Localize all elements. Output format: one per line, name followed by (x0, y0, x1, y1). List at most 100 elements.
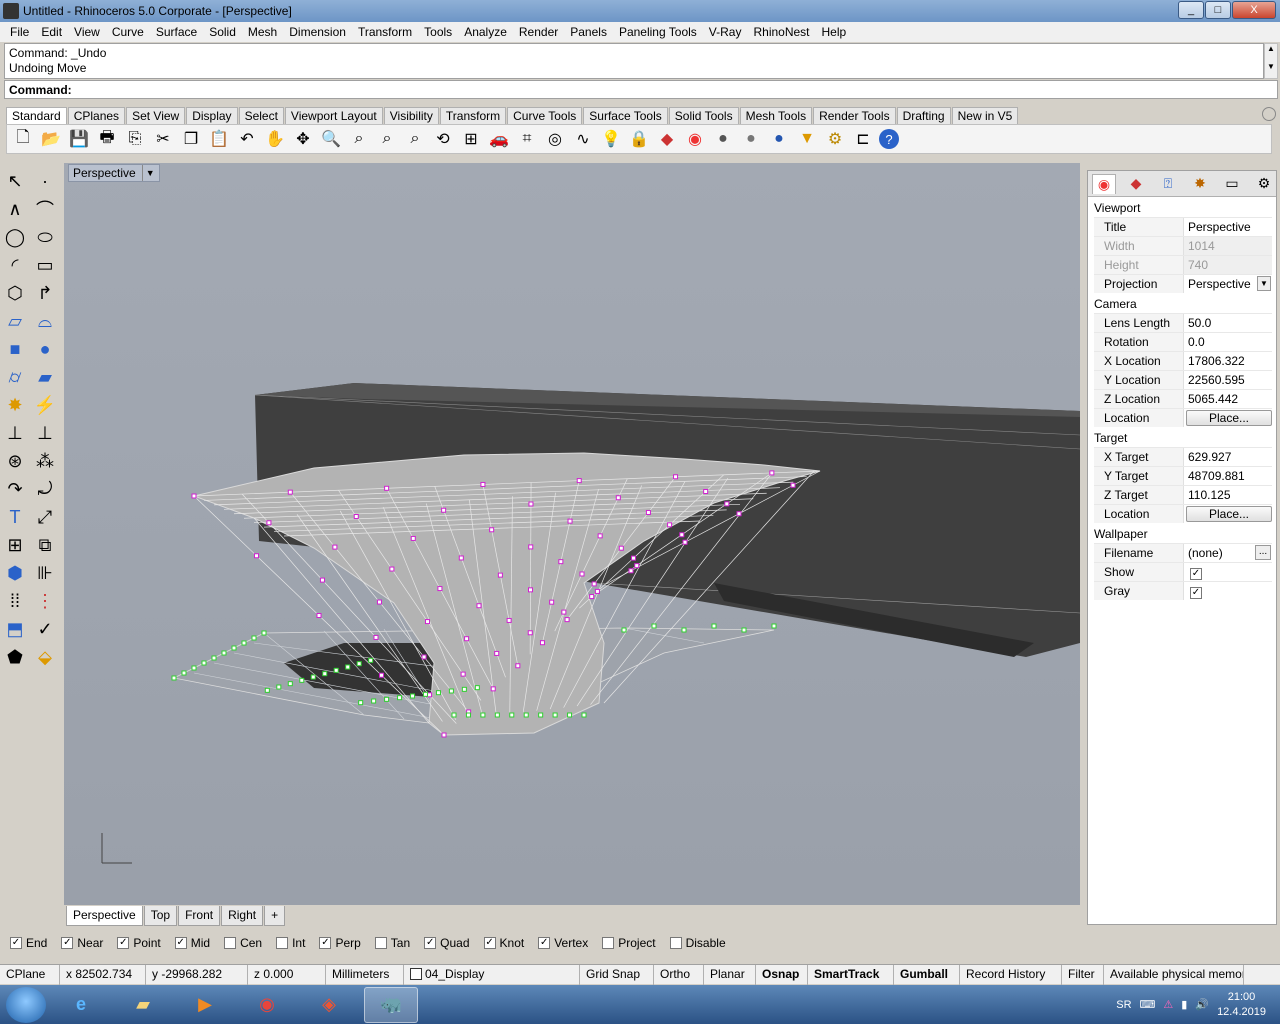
y-location-field[interactable]: 22560.595 (1184, 371, 1272, 389)
model-canvas[interactable] (64, 163, 1080, 905)
lock-icon[interactable]: 🔒 (627, 127, 651, 151)
osnap-checkbox[interactable]: ✓ (319, 937, 332, 949)
polyline-icon[interactable]: ∧ (2, 196, 28, 222)
show-checkbox[interactable]: ✓ (1190, 568, 1202, 580)
control-point[interactable] (254, 553, 259, 559)
lightning-icon[interactable]: ⚡ (32, 392, 58, 418)
menu-view[interactable]: View (68, 25, 106, 39)
control-point[interactable] (384, 696, 390, 702)
spotlight-icon[interactable]: ▼ (795, 127, 819, 151)
render-tab-icon[interactable]: ✸ (1188, 174, 1212, 194)
control-point[interactable] (465, 712, 471, 718)
control-point[interactable] (480, 481, 486, 487)
projection-select[interactable]: Perspective ▼ (1184, 275, 1272, 293)
control-point[interactable] (287, 681, 293, 687)
curve-points-icon[interactable]: ⌒ (32, 196, 58, 222)
control-point[interactable] (480, 712, 486, 718)
ellipse-tool-icon[interactable]: ⬭ (32, 224, 58, 250)
new-icon[interactable]: 🗋 (11, 127, 35, 151)
control-point[interactable] (474, 685, 480, 691)
control-point[interactable] (427, 692, 433, 698)
menu-paneling-tools[interactable]: Paneling Tools (613, 25, 703, 39)
control-point[interactable] (356, 661, 362, 667)
control-point[interactable] (181, 670, 187, 676)
cut-icon[interactable]: ✂ (151, 127, 175, 151)
menu-solid[interactable]: Solid (203, 25, 242, 39)
menu-panels[interactable]: Panels (564, 25, 613, 39)
box-solid-icon[interactable]: ■ (2, 336, 28, 362)
dimension-icon[interactable]: ⊏ (851, 127, 875, 151)
circle-icon[interactable]: ◎ (543, 127, 567, 151)
four-views-icon[interactable]: ⊞ (459, 127, 483, 151)
close-button[interactable]: X (1232, 1, 1276, 19)
open-icon[interactable]: 📂 (39, 127, 63, 151)
control-point[interactable] (769, 470, 775, 476)
color-wheel-icon[interactable]: ◉ (683, 127, 707, 151)
control-point[interactable] (276, 684, 282, 690)
control-point[interactable] (494, 712, 500, 718)
control-point[interactable] (682, 539, 688, 545)
control-point[interactable] (567, 518, 573, 524)
menu-rhinonest[interactable]: RhinoNest (747, 25, 815, 39)
history-scrollbar[interactable]: ▲ ▼ (1264, 43, 1278, 79)
osnap-checkbox[interactable] (224, 937, 237, 949)
control-point[interactable] (509, 712, 515, 718)
control-point[interactable] (353, 514, 359, 519)
control-point[interactable] (528, 587, 533, 593)
control-point[interactable] (615, 495, 621, 501)
help-icon[interactable]: ? (879, 129, 899, 149)
sphere-icon[interactable]: ● (739, 127, 763, 151)
fillet-curve-icon[interactable]: ↱ (32, 280, 58, 306)
menu-edit[interactable]: Edit (35, 25, 68, 39)
arc-tool-icon[interactable]: ◜ (2, 252, 28, 278)
osnap-tan[interactable]: Tan (374, 936, 410, 950)
control-point[interactable] (437, 586, 443, 592)
control-point[interactable] (597, 533, 603, 539)
car-icon[interactable]: 🚗 (487, 127, 511, 151)
vptab-front[interactable]: Front (178, 906, 221, 926)
menu-surface[interactable]: Surface (150, 25, 203, 39)
target-place-button[interactable]: Place... (1186, 506, 1272, 522)
osnap-checkbox[interactable]: ✓ (483, 937, 496, 949)
control-point[interactable] (441, 732, 447, 738)
toolbar-options-gear-icon[interactable] (1262, 107, 1276, 121)
media-player-icon[interactable]: ▶ (178, 987, 232, 1023)
save-icon[interactable]: 💾 (67, 127, 91, 151)
control-point[interactable] (497, 572, 503, 578)
browse-button[interactable]: ... (1255, 545, 1271, 560)
osnap-checkbox[interactable] (374, 937, 387, 949)
vptab-add[interactable]: + (264, 906, 286, 926)
cylinder-icon[interactable]: ⌭ (2, 364, 28, 390)
osnap-toggle[interactable]: Osnap (756, 964, 808, 985)
osnap-disable[interactable]: Disable (669, 936, 726, 950)
gumball-toggle[interactable]: Gumball (894, 964, 960, 985)
x-location-field[interactable]: 17806.322 (1184, 352, 1272, 370)
menu-help[interactable]: Help (816, 25, 853, 39)
control-point[interactable] (494, 650, 500, 656)
display-tab-icon[interactable]: ▭ (1220, 174, 1244, 194)
maximize-button[interactable]: □ (1205, 1, 1231, 19)
osnap-checkbox[interactable] (602, 937, 615, 949)
control-point[interactable] (358, 700, 364, 706)
control-point[interactable] (461, 686, 467, 692)
curve-icon[interactable]: ∿ (571, 127, 595, 151)
control-point[interactable] (790, 482, 796, 488)
paste-icon[interactable]: 📋 (207, 127, 231, 151)
warning-icon[interactable]: ⚠ (1163, 998, 1173, 1011)
menu-curve[interactable]: Curve (106, 25, 150, 39)
control-point[interactable] (410, 535, 416, 541)
control-point[interactable] (231, 645, 237, 651)
trim-icon[interactable]: ⊥ (32, 420, 58, 446)
layer-icon[interactable]: ◆ (655, 127, 679, 151)
dropdown-arrow-icon[interactable]: ▼ (1257, 276, 1271, 291)
control-point[interactable] (422, 691, 428, 697)
control-point[interactable] (333, 667, 339, 673)
menu-render[interactable]: Render (513, 25, 564, 39)
control-point[interactable] (564, 617, 570, 623)
tab-select[interactable]: Select (238, 107, 284, 124)
control-point[interactable] (523, 712, 529, 718)
move-view-icon[interactable]: ✥ (291, 127, 315, 151)
split-icon[interactable]: ⊥ (2, 420, 28, 446)
osnap-checkbox[interactable]: ✓ (174, 937, 187, 949)
tab-display[interactable]: Display (186, 107, 238, 124)
